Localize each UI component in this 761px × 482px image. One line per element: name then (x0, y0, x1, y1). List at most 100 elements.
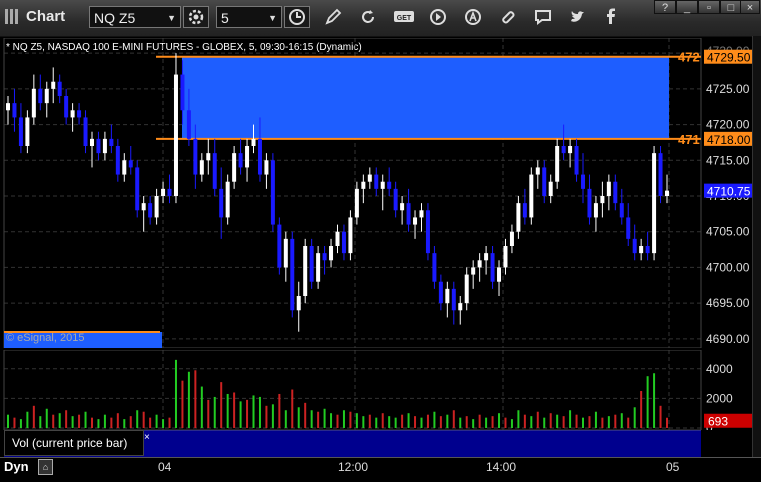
candle-body (639, 246, 644, 254)
facebook-icon (607, 8, 615, 24)
chevron-down-icon[interactable]: ▼ (167, 7, 176, 29)
alert-button[interactable] (460, 5, 486, 29)
candle-body (600, 196, 605, 204)
candle (503, 238, 508, 275)
candle-body (290, 238, 295, 311)
title-bar[interactable]: Chart NQ Z5 ▼ 5 ▼ GET ? _ ▫ □ × (0, 0, 761, 37)
interval-input[interactable]: 5 ▼ (216, 6, 282, 28)
candle-body (490, 253, 495, 282)
candle (380, 174, 385, 211)
minimize-button[interactable]: _ (676, 0, 698, 14)
candle-body (561, 146, 566, 154)
symbol-input[interactable]: NQ Z5 ▼ (89, 6, 181, 28)
candle (12, 88, 17, 132)
candle (619, 188, 624, 225)
settings-icon (188, 9, 204, 25)
candle-body (109, 138, 114, 146)
candle-body (51, 81, 56, 89)
grip-icon[interactable] (5, 9, 21, 25)
last-volume-label: 693 (708, 415, 728, 429)
study-label[interactable]: Vol (current price bar) (4, 430, 144, 456)
close-button[interactable]: × (740, 0, 760, 14)
candle (64, 88, 69, 125)
candle (438, 274, 443, 311)
candle (277, 217, 282, 275)
candle-body (329, 246, 334, 261)
close-icon[interactable]: × (144, 432, 150, 443)
candle-body (122, 160, 127, 175)
candle-body (25, 117, 30, 146)
candle-body (264, 160, 269, 175)
candle-body (665, 190, 669, 196)
chevron-down-icon[interactable]: ▼ (268, 7, 277, 29)
candle-body (102, 138, 107, 154)
price-chart[interactable]: 4725.004720.004715.004710.004705.004700.… (0, 38, 761, 348)
candle-body (64, 96, 69, 118)
restore-button[interactable]: ▫ (698, 0, 720, 14)
candle (290, 231, 295, 318)
link-icon (502, 11, 515, 24)
get-label: GET (397, 15, 412, 22)
candle (135, 160, 140, 218)
candle-body (193, 138, 198, 175)
candle (367, 167, 372, 189)
time-button[interactable] (284, 6, 310, 28)
candle (425, 203, 430, 261)
draw-button[interactable] (320, 5, 346, 29)
price-tick-label: 4690.00 (706, 332, 750, 346)
comment-button[interactable] (530, 5, 556, 29)
candle-body (632, 238, 637, 254)
candle (206, 138, 211, 175)
scrollbar[interactable] (752, 36, 761, 457)
candle-body (251, 138, 256, 146)
facebook-button[interactable] (598, 5, 624, 29)
candle-body (348, 217, 353, 254)
dynamic-mode-button[interactable]: Dyn (4, 459, 29, 474)
get-button[interactable]: GET (391, 5, 417, 29)
candle (593, 196, 598, 232)
candle (652, 146, 657, 261)
link-button[interactable] (495, 5, 521, 29)
clock-icon (289, 9, 305, 25)
candle (25, 110, 30, 154)
twitter-button[interactable] (565, 5, 591, 29)
replay-button[interactable] (425, 5, 451, 29)
candle-body (128, 160, 133, 168)
candle (148, 196, 153, 225)
candle-body (309, 246, 314, 282)
volume-chart[interactable]: 400020000693 (0, 350, 761, 430)
candle-body (232, 153, 237, 182)
zone-bottom-left-label: 471 (678, 132, 700, 147)
candle-body (613, 181, 618, 204)
candle (57, 74, 62, 104)
time-label: 05 (666, 460, 680, 474)
pencil-icon (325, 8, 342, 25)
refresh-button[interactable] (355, 5, 381, 29)
candle (309, 238, 314, 289)
candle-body (277, 224, 282, 268)
candle (341, 224, 346, 261)
settings-button[interactable] (183, 6, 209, 28)
candle (212, 138, 217, 196)
candle (587, 174, 592, 225)
candle (574, 138, 579, 182)
candle (548, 174, 553, 204)
candle (361, 174, 366, 204)
maximize-button[interactable]: □ (720, 0, 742, 14)
candle-body (652, 153, 657, 254)
candle (626, 203, 631, 246)
candle (497, 260, 502, 296)
candle-body (387, 181, 392, 189)
candle-body (529, 174, 534, 218)
lock-icon[interactable]: ⌂ (38, 459, 53, 475)
candle (535, 160, 540, 189)
candle-body (393, 188, 398, 211)
help-button[interactable]: ? (654, 0, 676, 14)
candle (316, 246, 321, 289)
candle-body (70, 110, 75, 118)
get-icon: GET (394, 11, 414, 22)
candle-body (219, 188, 224, 218)
time-axis (0, 457, 761, 482)
candle (451, 281, 456, 325)
candle (270, 153, 275, 232)
